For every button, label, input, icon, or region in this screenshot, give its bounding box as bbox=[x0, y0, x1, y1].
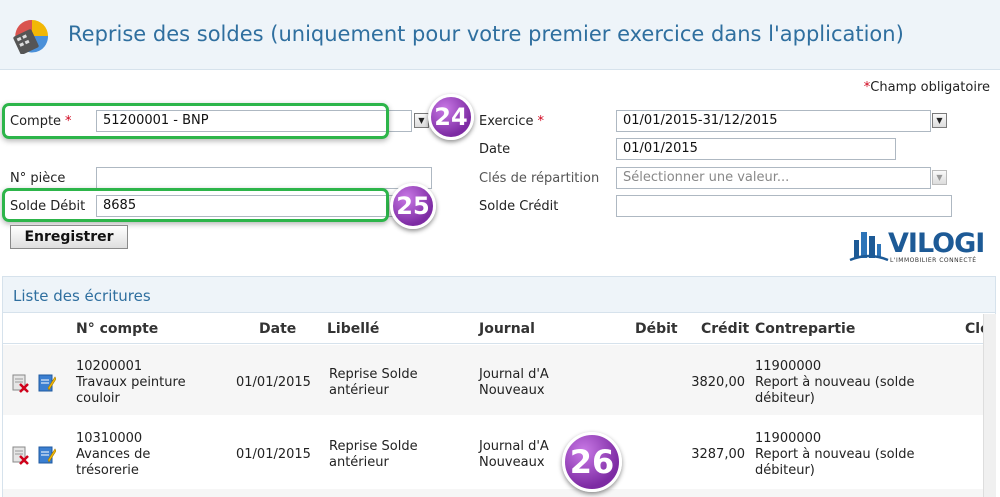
col-header-credit: Crédit bbox=[701, 321, 750, 337]
save-button[interactable]: Enregistrer bbox=[10, 225, 128, 249]
exercice-select[interactable]: 01/01/2015-31/12/2015 bbox=[616, 110, 931, 132]
contrepartie-cell: 11900000 Report à nouveau (solde débiteu… bbox=[755, 359, 915, 406]
date-cell: 01/01/2015 bbox=[236, 447, 311, 462]
col-header-journal: Journal bbox=[479, 321, 535, 337]
table-row: 10310000 Avances de trésorerie 01/01/201… bbox=[3, 417, 995, 487]
cles-label: Clés de répartition bbox=[479, 171, 600, 186]
credit-field[interactable] bbox=[616, 195, 952, 217]
col-header-date: Date bbox=[259, 321, 297, 337]
list-scrollbar[interactable] bbox=[983, 314, 996, 497]
credit-cell: 3287,00 bbox=[691, 447, 745, 462]
highlight-frame-debit bbox=[2, 188, 389, 222]
credit-cell: 3820,00 bbox=[691, 375, 745, 390]
list-title-bar: Liste des écritures bbox=[3, 277, 995, 313]
delete-icon[interactable] bbox=[12, 445, 30, 465]
list-title: Liste des écritures bbox=[13, 287, 151, 305]
piece-field[interactable] bbox=[96, 167, 432, 189]
journal-cell: Journal d'A Nouveaux bbox=[479, 367, 549, 398]
highlight-frame-compte bbox=[2, 103, 389, 139]
credit-label: Solde Crédit bbox=[479, 199, 559, 214]
libelle-cell: Reprise Solde antérieur bbox=[329, 439, 418, 470]
date-field[interactable]: 01/01/2015 bbox=[616, 138, 896, 160]
calculator-chart-icon bbox=[13, 19, 49, 54]
step-badge-26: 26 bbox=[562, 432, 622, 492]
exercice-dropdown-arrow-icon[interactable]: ▼ bbox=[932, 113, 947, 128]
date-label: Date bbox=[479, 142, 511, 157]
table-row-partial bbox=[3, 489, 995, 497]
compte-cell: 10200001 Travaux peinture couloir bbox=[76, 359, 186, 406]
page-title: Reprise des soldes (uniquement pour votr… bbox=[68, 22, 904, 46]
date-cell: 01/01/2015 bbox=[236, 375, 311, 390]
libelle-cell: Reprise Solde antérieur bbox=[329, 367, 418, 398]
contrepartie-cell: 11900000 Report à nouveau (solde débiteu… bbox=[755, 431, 915, 478]
logo-tagline: L'IMMOBILIER CONNECTÉ bbox=[890, 257, 977, 264]
edit-icon[interactable] bbox=[38, 373, 56, 393]
cles-select[interactable]: Sélectionner une valeur... bbox=[616, 167, 931, 189]
piece-label: N° pièce bbox=[10, 171, 66, 186]
table-row: 10200001 Travaux peinture couloir 01/01/… bbox=[3, 345, 995, 415]
page-header: Reprise des soldes (uniquement pour votr… bbox=[0, 0, 1000, 70]
edit-icon[interactable] bbox=[38, 445, 56, 465]
col-header-compte: N° compte bbox=[76, 321, 159, 337]
required-field-note: *Champ obligatoire bbox=[863, 80, 990, 95]
header-separator bbox=[3, 343, 995, 344]
logo-name: VILOGI bbox=[888, 228, 985, 259]
exercice-label: Exercice * bbox=[479, 114, 544, 129]
delete-icon[interactable] bbox=[12, 373, 30, 393]
col-header-debit: Débit bbox=[635, 321, 678, 337]
step-badge-25: 25 bbox=[390, 183, 436, 229]
journal-cell: Journal d'A Nouveaux bbox=[479, 439, 549, 470]
entries-list-panel: Liste des écritures N° compte Date Libel… bbox=[2, 276, 996, 497]
col-header-libelle: Libellé bbox=[327, 321, 380, 337]
building-logo-icon bbox=[849, 232, 889, 262]
compte-dropdown-arrow-icon[interactable]: ▼ bbox=[414, 113, 429, 128]
vilogi-logo: VILOGI L'IMMOBILIER CONNECTÉ bbox=[848, 226, 985, 268]
col-header-contrepartie: Contrepartie bbox=[755, 321, 856, 337]
compte-cell: 10310000 Avances de trésorerie bbox=[76, 431, 151, 478]
step-badge-24: 24 bbox=[428, 94, 474, 140]
cles-dropdown-arrow-icon[interactable]: ▼ bbox=[932, 170, 947, 185]
